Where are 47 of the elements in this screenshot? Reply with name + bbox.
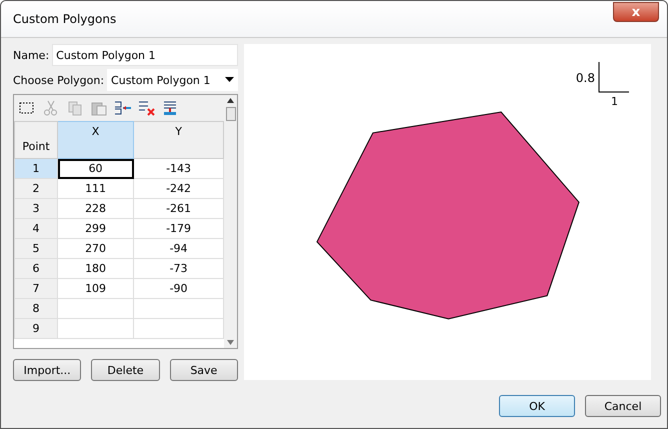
ok-button[interactable]: OK (499, 395, 575, 417)
scrollbar[interactable] (224, 95, 237, 348)
table-cell: 270 (58, 238, 134, 258)
name-field[interactable]: Custom Polygon 1 (52, 44, 238, 66)
table-cell: -179 (134, 218, 224, 238)
row-header[interactable]: 9 (14, 318, 58, 338)
table-cell: 109 (58, 278, 134, 298)
row-header[interactable]: 3 (14, 198, 58, 218)
cancel-button[interactable]: Cancel (585, 395, 661, 417)
insert-row-icon[interactable] (114, 100, 132, 116)
table-cell: -242 (134, 178, 224, 198)
scroll-thumb[interactable] (226, 107, 236, 121)
table-cell: -143 (134, 158, 224, 178)
scale-label: 1 (610, 95, 619, 108)
column-header[interactable]: Point (14, 122, 58, 158)
table-cell: 180 (58, 258, 134, 278)
scale-label: 0.8 (576, 70, 595, 84)
caret-icon (225, 77, 234, 83)
scroll-down-icon[interactable] (227, 340, 234, 345)
save-button[interactable]: Save (170, 359, 238, 381)
column-header[interactable]: X (58, 122, 134, 158)
window-title: Custom Polygons (13, 12, 116, 26)
name-label: Name: (13, 48, 50, 62)
row-header[interactable]: 6 (14, 258, 58, 278)
row-header[interactable]: 1 (14, 158, 58, 178)
table-cell: -94 (134, 238, 224, 258)
delete-row-icon[interactable] (138, 100, 156, 116)
choose-polygon-label: Choose Polygon: (13, 74, 104, 86)
delete-button[interactable]: Delete (91, 359, 160, 381)
table-cell: 111 (58, 178, 134, 198)
polygon-dropdown[interactable]: Custom Polygon 1 (107, 69, 238, 91)
import-button[interactable]: Import... (13, 359, 82, 381)
table-cell: 60 (58, 158, 134, 178)
column-header[interactable]: Y (134, 122, 224, 158)
table-cell: 228 (58, 198, 134, 218)
row-header[interactable]: 2 (14, 178, 58, 198)
scroll-up-icon[interactable] (227, 98, 234, 103)
selection-icon[interactable] (18, 100, 36, 116)
table-cell: -73 (134, 258, 224, 278)
table-cell: -261 (134, 198, 224, 218)
table-cell: 299 (58, 218, 134, 238)
row-header[interactable]: 8 (14, 298, 58, 318)
row-header[interactable]: 5 (14, 238, 58, 258)
row-header[interactable]: 7 (14, 278, 58, 298)
row-header[interactable]: 4 (14, 218, 58, 238)
scale-indicator (598, 62, 629, 93)
table-cell: -90 (134, 278, 224, 298)
